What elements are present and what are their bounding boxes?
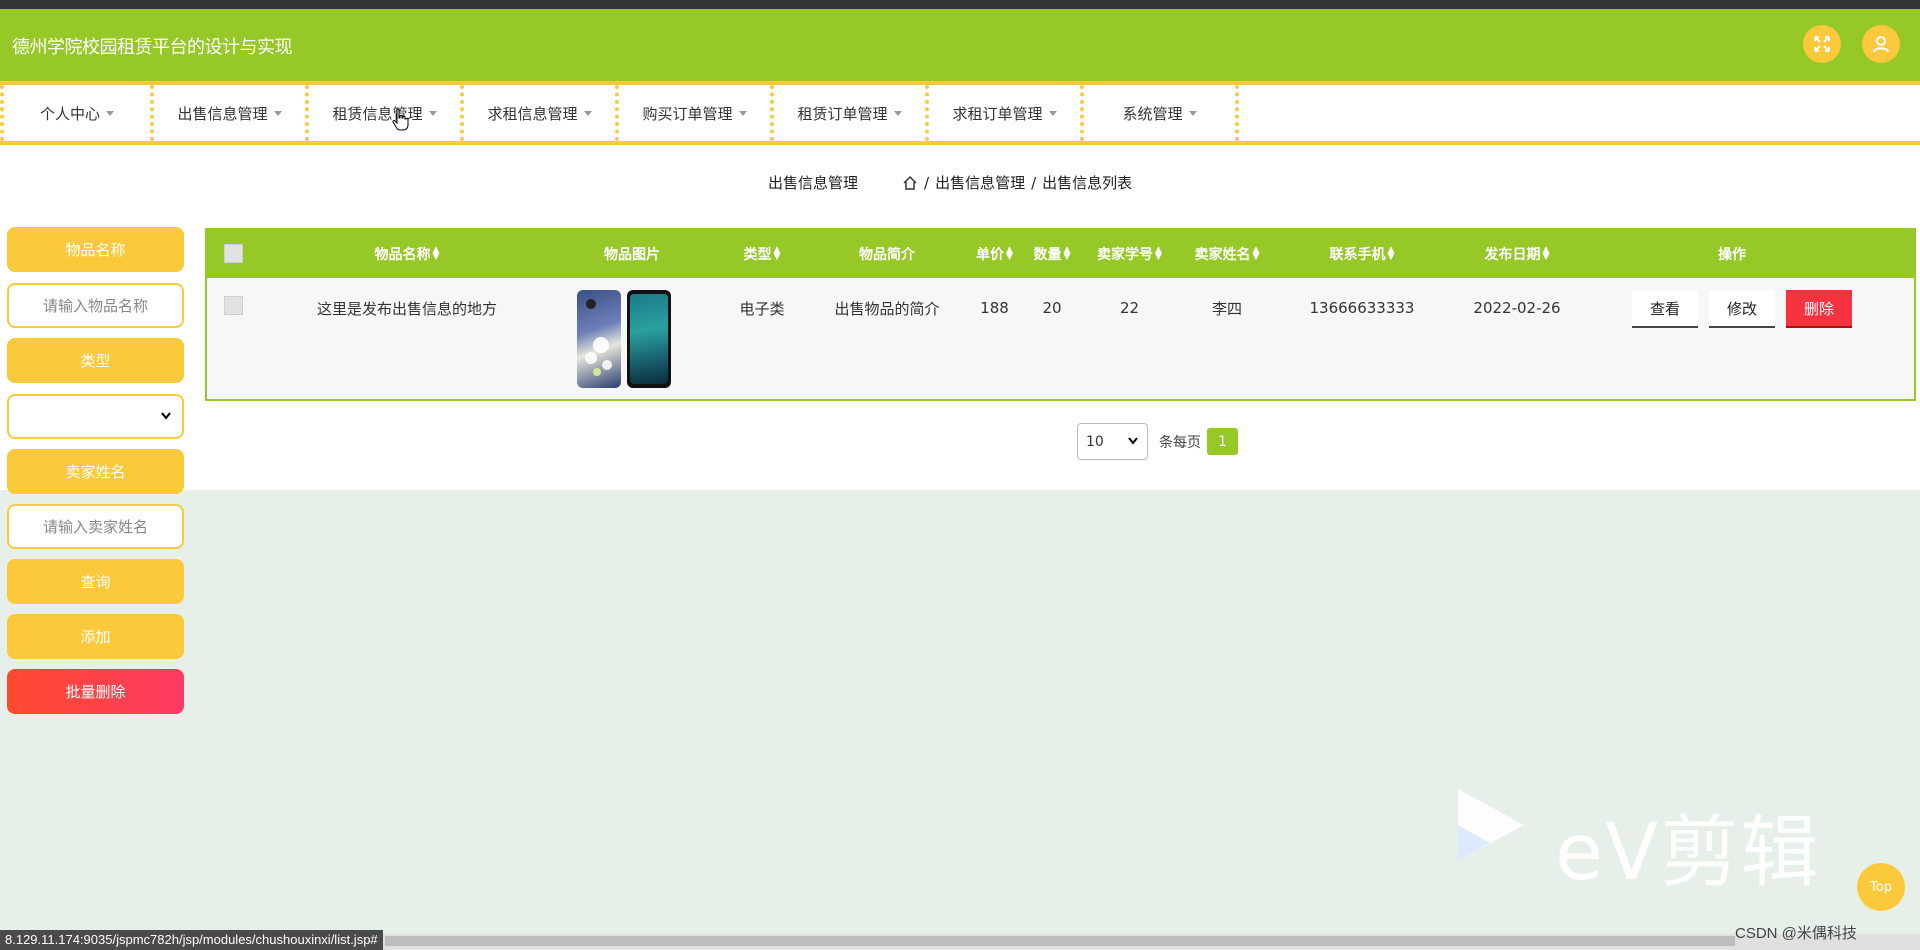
cell-type: 电子类: [739, 299, 785, 318]
home-icon[interactable]: [902, 175, 918, 191]
cell-seller-id: 22: [1119, 299, 1140, 317]
row-checkbox[interactable]: [224, 296, 243, 315]
chevron-down-icon: [161, 412, 171, 420]
type-select[interactable]: [7, 394, 184, 439]
breadcrumb-item[interactable]: 出售信息管理: [935, 172, 1025, 193]
caret-down-icon: [583, 110, 592, 116]
page-size-select[interactable]: 10: [1077, 423, 1148, 460]
nav-item-purchase-orders[interactable]: 购买订单管理: [619, 85, 774, 141]
nav-item-system[interactable]: 系统管理: [1084, 85, 1239, 141]
caret-down-icon: [273, 110, 282, 116]
window-top-strip: [0, 0, 1920, 9]
status-url: 8.129.11.174:9035/jspmc782h/jsp/modules/…: [0, 930, 383, 950]
item-name-label: 物品名称: [7, 227, 184, 272]
sale-info-table: 物品名称 ▲ ▼ 物品图片 类型 ▲ ▼ 物品简介 单价 ▲ ▼ 数量 ▲ ▼ 卖家学号 ▲ ▼ 卖…: [205, 228, 1916, 401]
page-number-button[interactable]: 1: [1207, 428, 1238, 455]
query-button[interactable]: 查询: [7, 559, 184, 604]
cell-date: 2022-02-26: [1473, 299, 1561, 317]
seller-name-label: 卖家姓名: [7, 449, 184, 494]
caret-down-icon: [1048, 110, 1057, 116]
item-image-phone-back[interactable]: [577, 290, 621, 388]
sort-icon: ▲ ▼: [1252, 245, 1260, 262]
sort-icon: ▲ ▼: [1063, 245, 1071, 262]
hand-cursor-icon: [392, 108, 409, 131]
expand-button[interactable]: [1803, 25, 1841, 63]
breadcrumb: / 出售信息管理 / 出售信息列表: [902, 172, 1132, 193]
back-to-top-button[interactable]: Top: [1857, 863, 1905, 911]
csdn-watermark: CSDN @米偶科技: [1735, 925, 1857, 942]
item-name-input[interactable]: 请输入物品名称: [7, 283, 184, 328]
nav-item-personal-center[interactable]: 个人中心: [0, 85, 154, 141]
sort-icon: ▲ ▼: [432, 245, 440, 262]
view-button[interactable]: 查看: [1632, 290, 1698, 328]
edit-button[interactable]: 修改: [1709, 290, 1775, 328]
add-button[interactable]: 添加: [7, 614, 184, 659]
nav-item-sale-info[interactable]: 出售信息管理: [154, 85, 309, 141]
user-icon: [1873, 36, 1889, 53]
column-header-seller-name[interactable]: 卖家姓名 ▲ ▼: [1177, 230, 1277, 278]
caret-down-icon: [893, 110, 902, 116]
cell-quantity: 20: [1042, 299, 1062, 317]
column-header-seller-id[interactable]: 卖家学号 ▲ ▼: [1082, 230, 1177, 278]
user-button[interactable]: [1862, 25, 1900, 63]
app-header: 德州学院校园租赁平台的设计与实现: [0, 9, 1920, 81]
column-header-price[interactable]: 单价 ▲ ▼: [962, 230, 1027, 278]
table-header: 物品名称 ▲ ▼ 物品图片 类型 ▲ ▼ 物品简介 单价 ▲ ▼ 数量 ▲ ▼ 卖家学号 ▲ ▼ 卖…: [207, 230, 1914, 278]
page-section-title: 出售信息管理: [768, 174, 859, 192]
batch-delete-button[interactable]: 批量删除: [7, 669, 184, 714]
caret-down-icon: [428, 110, 437, 116]
select-all-checkbox[interactable]: [224, 244, 243, 263]
cell-phone: 13666633333: [1309, 299, 1415, 317]
main-nav: 个人中心 出售信息管理 租赁信息管理 求租信息管理 购买订单管理 租赁订单管理 …: [0, 81, 1920, 145]
nav-item-rental-orders[interactable]: 租赁订单管理: [774, 85, 929, 141]
caret-down-icon: [738, 110, 747, 116]
nav-item-want-rent-orders[interactable]: 求租订单管理: [929, 85, 1084, 141]
sort-icon: ▲ ▼: [1006, 245, 1013, 262]
nav-item-rental-info[interactable]: 租赁信息管理: [309, 85, 464, 141]
cell-price: 188: [980, 299, 1009, 317]
chevron-down-icon: [1128, 437, 1138, 445]
column-header-type[interactable]: 类型 ▲ ▼: [717, 230, 807, 278]
column-header-intro: 物品简介: [859, 247, 915, 263]
sort-icon: ▲ ▼: [773, 245, 781, 262]
column-header-date[interactable]: 发布日期 ▲ ▼: [1437, 230, 1597, 278]
column-header-item-image: 物品图片: [604, 247, 660, 263]
delete-button[interactable]: 删除: [1786, 290, 1852, 328]
nav-item-want-rent-info[interactable]: 求租信息管理: [464, 85, 619, 141]
column-header-actions: 操作: [1718, 247, 1746, 263]
sort-icon: ▲ ▼: [1155, 245, 1162, 262]
app-title: 德州学院校园租赁平台的设计与实现: [12, 37, 293, 58]
column-header-quantity[interactable]: 数量 ▲ ▼: [1022, 230, 1082, 278]
sort-icon: ▲ ▼: [1542, 245, 1550, 262]
caret-down-icon: [106, 110, 114, 116]
sort-icon: ▲ ▼: [1387, 245, 1395, 262]
expand-icon: [1814, 36, 1830, 52]
ev-brand-watermark: eV剪辑: [1555, 808, 1821, 898]
item-image-phone-front[interactable]: [627, 290, 671, 388]
cell-seller-name: 李四: [1211, 299, 1242, 318]
ev-logo-icon: [1458, 789, 1524, 861]
seller-name-input[interactable]: 请输入卖家姓名: [7, 504, 184, 549]
horizontal-scrollbar[interactable]: [385, 936, 1735, 946]
cell-intro: 出售物品的简介: [834, 299, 940, 318]
type-label: 类型: [7, 338, 184, 383]
cell-item-name: 这里是发布出售信息的地方: [316, 299, 497, 318]
caret-down-icon: [1188, 110, 1197, 116]
per-page-label: 条每页: [1159, 435, 1201, 451]
column-header-phone[interactable]: 联系手机 ▲ ▼: [1287, 230, 1437, 278]
flower-icon: [585, 299, 612, 376]
table-row: 这里是发布出售信息的地方 电子类 出售物品的简介 188 20 22 李四 13…: [207, 278, 1914, 399]
breadcrumb-item: 出售信息列表: [1042, 174, 1133, 192]
column-header-item-name[interactable]: 物品名称 ▲ ▼: [287, 230, 527, 278]
